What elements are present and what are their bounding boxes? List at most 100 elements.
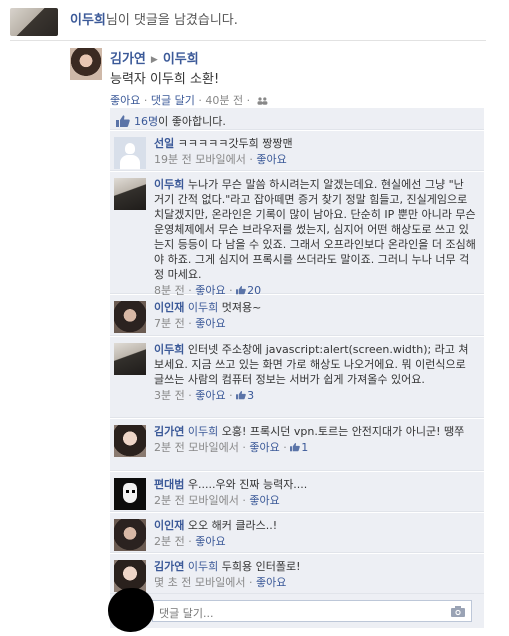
comment-time[interactable]: 몇 초 전 bbox=[154, 576, 191, 589]
comment-text: 두희용 인터폴로! bbox=[221, 560, 301, 573]
post-like-link[interactable]: 좋아요 bbox=[110, 94, 140, 107]
notification-avatar[interactable] bbox=[10, 8, 58, 36]
comment-author[interactable]: 선일 bbox=[154, 137, 174, 150]
likes-text: 이 좋아합니다. bbox=[158, 115, 226, 128]
comment-author[interactable]: 이인재 bbox=[154, 519, 184, 532]
comment-meta: 2분 전 · 좋아요 bbox=[154, 535, 226, 548]
comment-like-count[interactable]: 3 bbox=[236, 389, 254, 402]
comment-author[interactable]: 이인재 bbox=[154, 301, 184, 314]
comment-content: 이인재 이두희 멋져용~ 7분 전 · 좋아요 bbox=[154, 300, 476, 331]
comment-author[interactable]: 김가연 bbox=[154, 425, 184, 438]
comment: 이인재 오오 해커 클라스..! 2분 전 · 좋아요 bbox=[110, 513, 484, 553]
post-meta: 좋아요 · 댓글 달기 · 40분 전 · bbox=[110, 92, 268, 108]
comment-time[interactable]: 2분 전 bbox=[154, 494, 185, 507]
comment: 김가연 이두희 오홍! 프록시던 vpn.토르는 안전지대가 아니군! 땡쭈 2… bbox=[110, 419, 484, 471]
comment: 김가연 이두희 두희용 인터폴로! 몇 초 전 모바일에서 · 좋아요 bbox=[110, 554, 484, 594]
post-timestamp[interactable]: 40분 전 bbox=[205, 94, 243, 107]
comment-meta: 몇 초 전 모바일에서 · 좋아요 bbox=[154, 576, 287, 589]
comment-content: 선일 ㅋㅋㅋㅋㅋ갓두희 짱짱맨 19분 전 모바일에서 · 좋아요 bbox=[154, 136, 476, 167]
comment-text: 인터넷 주소창에 javascript:alert(screen.width);… bbox=[154, 343, 469, 386]
comment-like-link[interactable]: 좋아요 bbox=[256, 153, 286, 166]
comment-meta: 7분 전 · 좋아요 bbox=[154, 317, 226, 330]
comment-avatar[interactable] bbox=[114, 178, 146, 210]
comment-time[interactable]: 19분 전 bbox=[154, 153, 192, 166]
notification-header: 이두희님이 댓글을 남겼습니다. bbox=[0, 0, 509, 42]
comment-content: 김가연 이두희 오홍! 프록시던 vpn.토르는 안전지대가 아니군! 땡쭈 2… bbox=[154, 424, 476, 455]
like-thumb-icon bbox=[290, 443, 301, 452]
camera-icon[interactable] bbox=[451, 606, 465, 617]
notification-text: 이두희님이 댓글을 남겼습니다. bbox=[70, 9, 238, 28]
header-divider bbox=[10, 40, 486, 41]
post-author-avatar[interactable] bbox=[70, 48, 102, 80]
comment-text: 멋져용~ bbox=[221, 301, 262, 314]
comment-mobile: 모바일에서 bbox=[188, 494, 239, 507]
comment-like-link[interactable]: 좋아요 bbox=[195, 535, 225, 548]
comment-time[interactable]: 7분 전 bbox=[154, 317, 185, 330]
comment-time[interactable]: 2분 전 bbox=[154, 535, 185, 548]
separator: · bbox=[246, 94, 251, 107]
comment-author[interactable]: 이두희 bbox=[154, 343, 184, 356]
separator: · bbox=[198, 94, 202, 107]
comment-like-link[interactable]: 좋아요 bbox=[195, 389, 225, 402]
comment-input-placeholder: 댓글 달기... bbox=[159, 607, 214, 620]
notification-message: 님이 댓글을 남겼습니다. bbox=[105, 13, 238, 28]
comment-mobile: 모바일에서 bbox=[188, 441, 239, 454]
like-thumb-icon bbox=[236, 391, 246, 400]
separator: · bbox=[143, 94, 148, 107]
comment-meta: 3분 전 · 좋아요 · 3 bbox=[154, 389, 255, 402]
comment: 선일 ㅋㅋㅋㅋㅋ갓두희 짱짱맨 19분 전 모바일에서 · 좋아요 bbox=[110, 131, 484, 171]
comment-text: 오홍! 프록시던 vpn.토르는 안전지대가 아니군! 땡쭈 bbox=[221, 425, 465, 438]
post-header: 김가연 ▶ 이두희 bbox=[110, 48, 199, 67]
comment-author[interactable]: 김가연 bbox=[154, 560, 184, 573]
comment-avatar[interactable] bbox=[114, 137, 146, 169]
comment-likes-value: 1 bbox=[301, 441, 309, 454]
comment-meta: 2분 전 모바일에서 · 좋아요 · 1 bbox=[154, 441, 309, 454]
comment-avatar[interactable] bbox=[114, 519, 146, 551]
post-author-name[interactable]: 김가연 bbox=[110, 52, 146, 67]
comment-text: ㅋㅋㅋㅋㅋ갓두희 짱짱맨 bbox=[177, 137, 293, 150]
comment-avatar[interactable] bbox=[114, 301, 146, 333]
comment-mobile: 모바일에서 bbox=[194, 576, 246, 589]
comment-time[interactable]: 2분 전 bbox=[154, 441, 185, 454]
post-body: 능력자 이두희 소환! bbox=[110, 72, 220, 87]
comment-avatar[interactable] bbox=[114, 343, 146, 375]
comment-text: 누나가 무슨 말씀 하시려는지 알겠는데요. 현실에선 그냥 "난 거기 간적 … bbox=[154, 178, 476, 281]
comment-content: 이두희 누나가 무슨 말씀 하시려는지 알겠는데요. 현실에선 그냥 "난 거기… bbox=[154, 177, 476, 298]
comment-author[interactable]: 이두희 bbox=[154, 178, 184, 191]
comment-text: 오오 해커 클라스..! bbox=[187, 519, 278, 532]
comment-likes-value: 3 bbox=[247, 389, 255, 402]
comment-like-count[interactable]: 1 bbox=[290, 441, 308, 454]
comment-text: 우.....우와 진짜 능력자.... bbox=[187, 478, 308, 491]
comment-tag[interactable]: 이두희 bbox=[188, 425, 218, 438]
comment-author[interactable]: 편대범 bbox=[154, 478, 184, 491]
notification-actor[interactable]: 이두희 bbox=[70, 13, 106, 28]
like-thumb-icon bbox=[116, 115, 130, 127]
comment-like-link[interactable]: 좋아요 bbox=[256, 576, 286, 589]
comment-avatar[interactable] bbox=[114, 425, 146, 457]
comment-content: 이두희 인터넷 주소창에 javascript:alert(screen.wid… bbox=[154, 342, 476, 403]
comment-content: 이인재 오오 해커 클라스..! 2분 전 · 좋아요 bbox=[154, 518, 476, 549]
comment-like-link[interactable]: 좋아요 bbox=[249, 441, 279, 454]
comment-tag[interactable]: 이두희 bbox=[188, 301, 218, 314]
comment-avatar[interactable] bbox=[114, 478, 146, 510]
comment-tag[interactable]: 이두희 bbox=[188, 560, 218, 573]
comment: 이인재 이두희 멋져용~ 7분 전 · 좋아요 bbox=[110, 295, 484, 336]
comment: 이두희 누나가 무슨 말씀 하시려는지 알겠는데요. 현실에선 그냥 "난 거기… bbox=[110, 172, 484, 297]
likes-summary: 16명이 좋아합니다. bbox=[110, 108, 484, 130]
arrow-right-icon: ▶ bbox=[150, 55, 158, 65]
post-target-name[interactable]: 이두희 bbox=[163, 52, 199, 67]
people-icon[interactable] bbox=[257, 97, 268, 105]
like-thumb-icon bbox=[236, 286, 246, 295]
likes-count[interactable]: 16명 bbox=[134, 115, 158, 128]
comment-mobile: 모바일에서 bbox=[195, 153, 246, 166]
comment-like-link[interactable]: 좋아요 bbox=[249, 494, 279, 507]
redacted-avatar bbox=[108, 588, 154, 632]
comment: 편대범 우.....우와 진짜 능력자.... 2분 전 모바일에서 · 좋아요 bbox=[110, 472, 484, 512]
comment-like-link[interactable]: 좋아요 bbox=[195, 317, 225, 330]
comment-time[interactable]: 3분 전 bbox=[154, 389, 185, 402]
comment-input[interactable]: 댓글 달기... bbox=[152, 600, 472, 622]
post-comment-link[interactable]: 댓글 달기 bbox=[151, 94, 195, 107]
comment-content: 편대범 우.....우와 진짜 능력자.... 2분 전 모바일에서 · 좋아요 bbox=[154, 477, 476, 508]
comment: 이두희 인터넷 주소창에 javascript:alert(screen.wid… bbox=[110, 337, 484, 418]
comment-content: 김가연 이두희 두희용 인터폴로! 몇 초 전 모바일에서 · 좋아요 bbox=[154, 559, 476, 590]
